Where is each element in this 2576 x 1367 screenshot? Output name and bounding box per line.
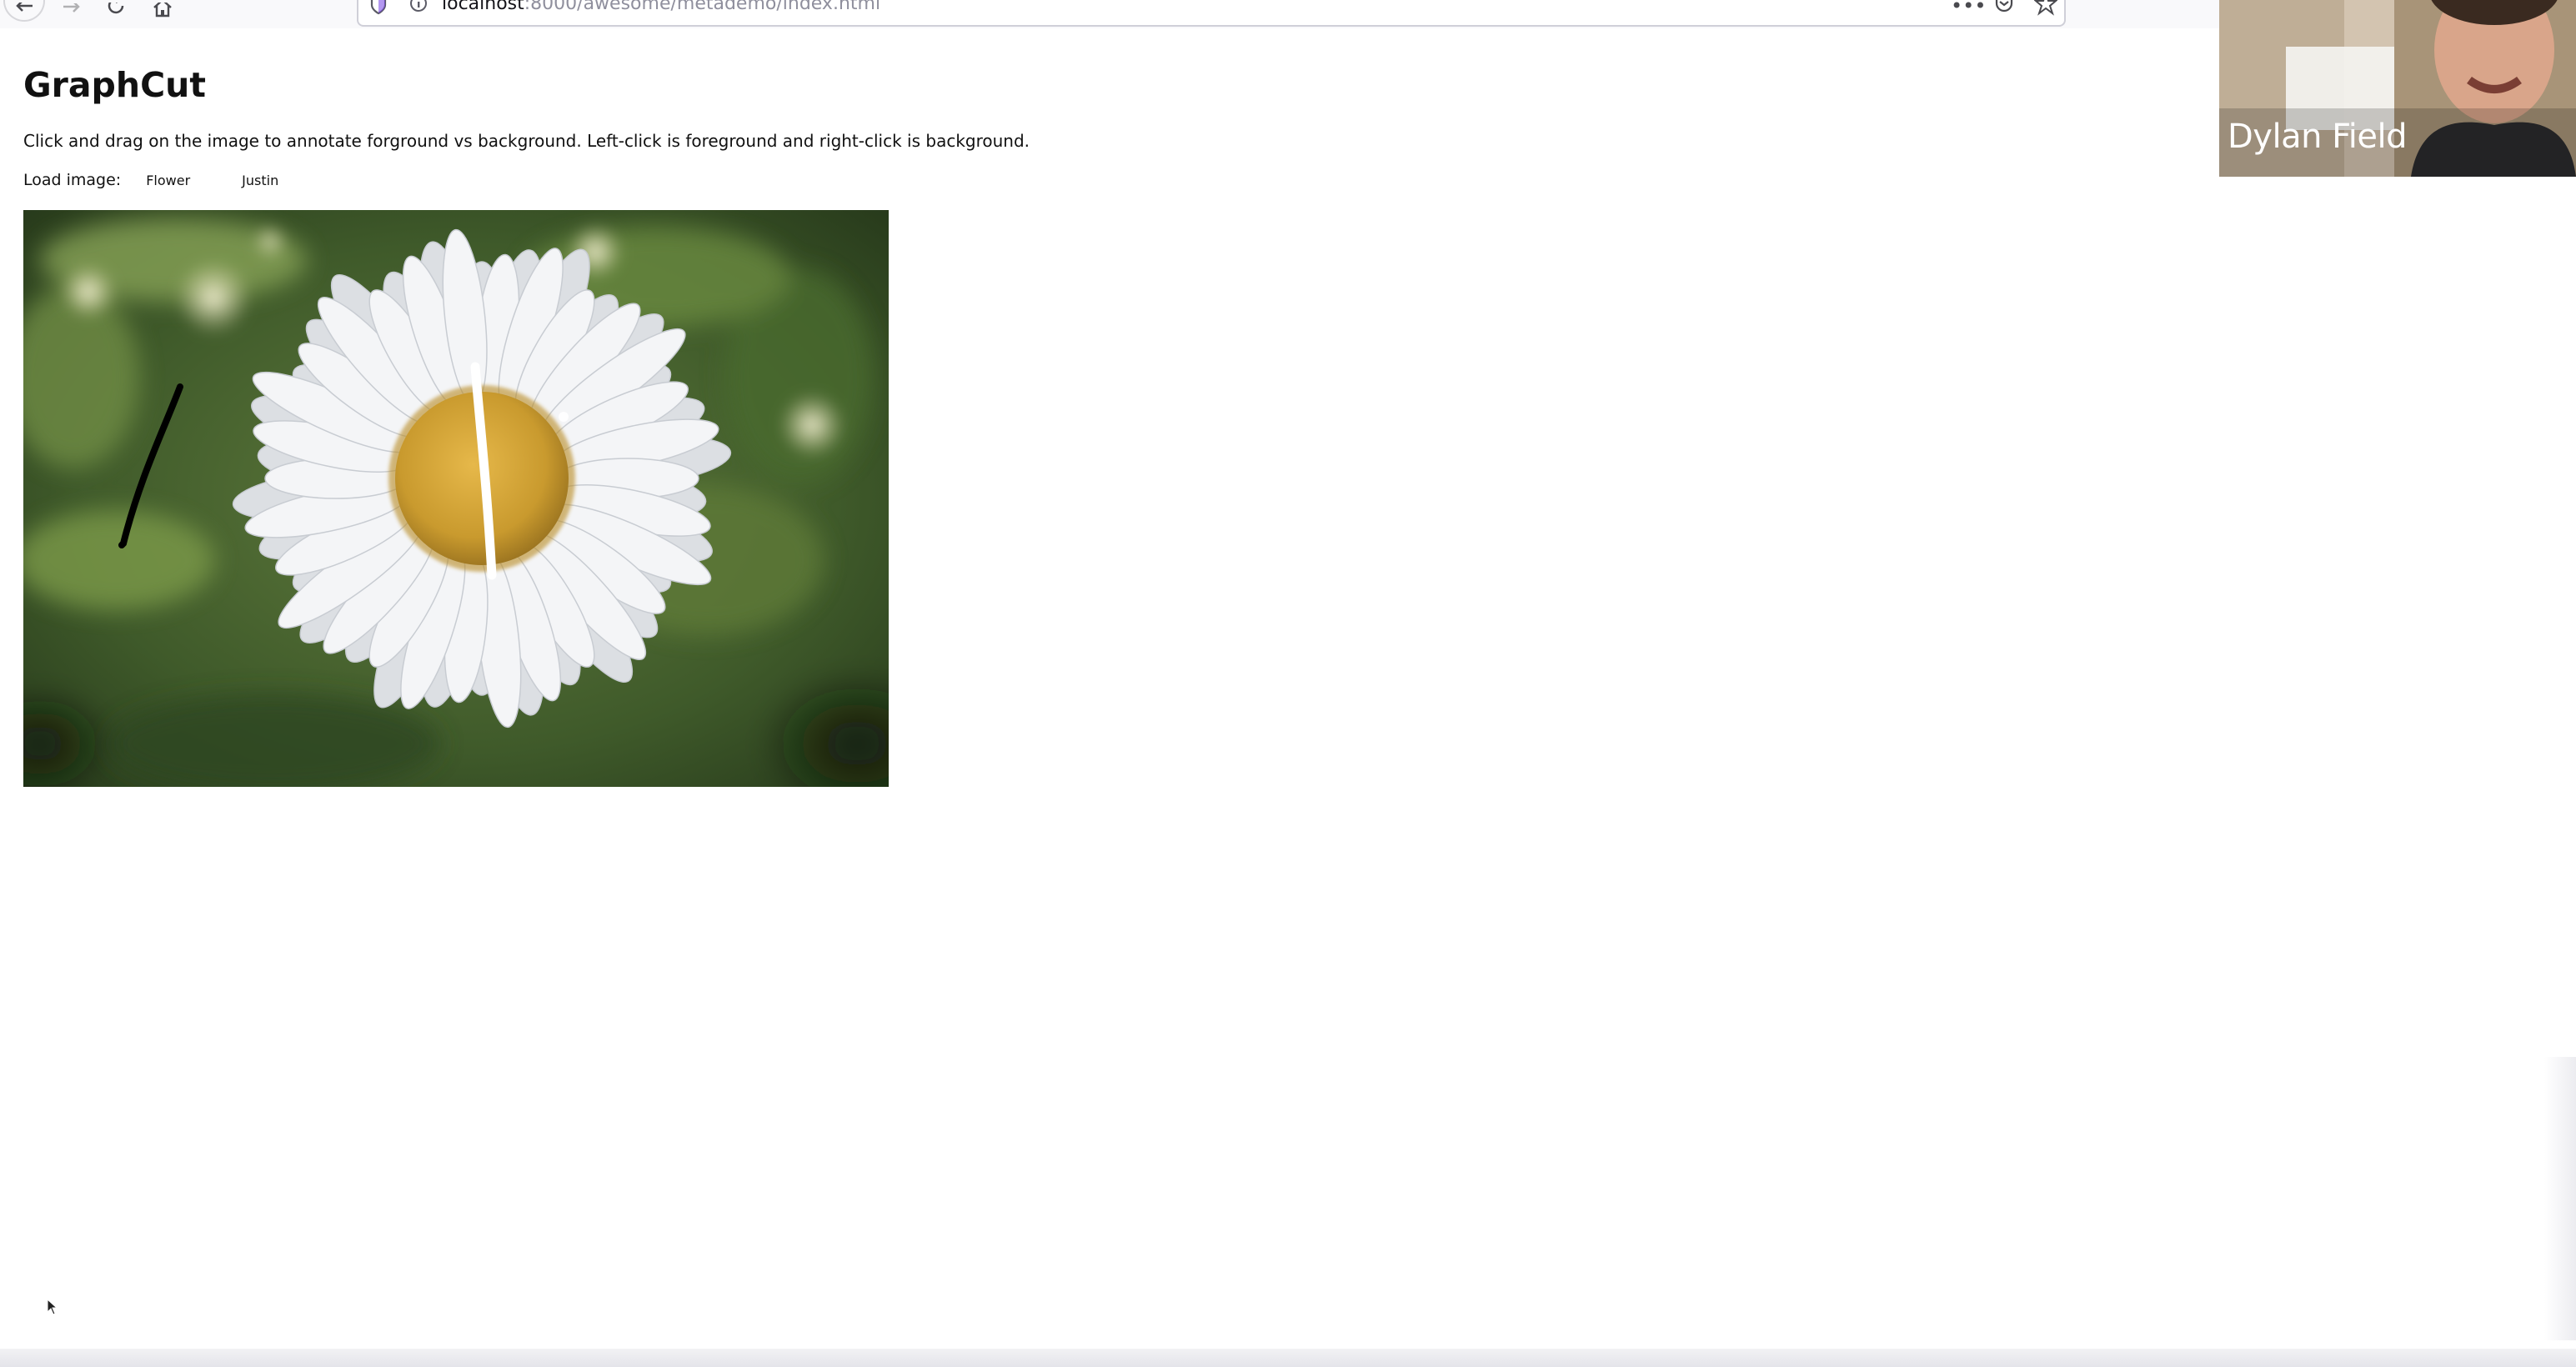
back-button[interactable]	[3, 0, 45, 22]
foreground-dot	[559, 412, 569, 422]
load-image-label: Load image:	[23, 171, 122, 189]
reload-icon	[108, 3, 124, 14]
url-path: :8000/awesome/metademo/index.html	[524, 0, 881, 14]
more-actions-icon[interactable]: •••	[1951, 0, 1986, 17]
annotation-canvas[interactable]	[23, 210, 889, 787]
load-flower-button[interactable]: Flower	[146, 173, 190, 188]
info-icon[interactable]	[408, 0, 428, 17]
reload-button[interactable]	[100, 0, 133, 22]
back-arrow-icon	[16, 3, 33, 12]
url-text[interactable]: localhost:8000/awesome/metademo/index.ht…	[442, 0, 880, 15]
video-tile: Dylan Field	[2219, 0, 2576, 177]
window-edge	[2544, 1057, 2576, 1340]
participant-name: Dylan Field	[2228, 118, 2408, 156]
browser-toolbar: localhost:8000/awesome/metademo/index.ht…	[0, 0, 2576, 28]
forward-arrow-icon	[63, 3, 80, 13]
bookmark-star-icon[interactable]	[2033, 0, 2058, 17]
forward-button[interactable]	[55, 0, 88, 22]
bottom-bar	[0, 1349, 2576, 1367]
url-bar[interactable]: localhost:8000/awesome/metademo/index.ht…	[357, 0, 2066, 27]
url-host: localhost	[442, 0, 524, 14]
pocket-icon[interactable]	[1992, 0, 2016, 17]
shield-icon[interactable]	[368, 0, 388, 17]
page-actions: •••	[1951, 0, 2058, 17]
page-title: GraphCut	[23, 65, 206, 105]
home-icon	[153, 3, 172, 18]
home-button[interactable]	[146, 0, 179, 22]
instructions-text: Click and drag on the image to annotate …	[23, 131, 1030, 151]
mouse-cursor-icon	[47, 1299, 58, 1315]
load-image-row: Load image: Flower Justin	[23, 167, 278, 193]
flower-image[interactable]	[23, 210, 889, 787]
load-justin-button[interactable]: Justin	[242, 173, 278, 188]
